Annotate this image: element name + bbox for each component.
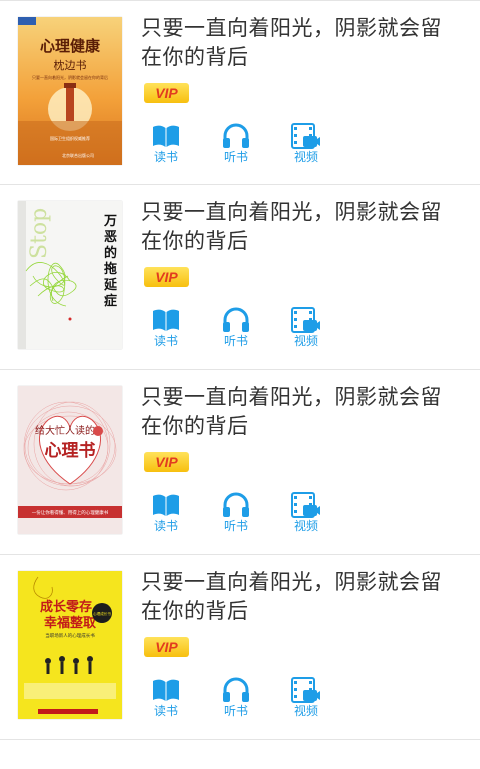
video-film-icon	[291, 307, 320, 333]
list-item[interactable]: 成长零存 幸福整取 当职场新人的心理成长书 心理成长书 只要一直向着阳光，阴影就…	[0, 555, 480, 740]
headphones-icon	[223, 492, 249, 517]
open-book-icon	[153, 125, 179, 147]
video-label: 视频	[293, 334, 318, 348]
video-film-icon	[291, 123, 320, 149]
video-button[interactable]: 视频	[286, 677, 326, 718]
cover-subtitle: 枕边书	[54, 58, 87, 72]
svg-text:万: 万	[103, 214, 117, 229]
vip-badge: VIP	[144, 637, 189, 657]
listen-button[interactable]: 听书	[216, 492, 256, 533]
listen-label: 听书	[223, 519, 248, 533]
video-button[interactable]: 视频	[286, 123, 326, 164]
read-button[interactable]: 读书	[146, 123, 186, 164]
cover-title-top: 给大忙人读的	[35, 424, 95, 437]
svg-text:症: 症	[104, 293, 117, 309]
cover-publisher: 北京联合出版公司	[62, 152, 94, 158]
book-title[interactable]: 只要一直向着阳光，阴影就会留在你的背后	[141, 198, 461, 256]
book-cover[interactable]: 给大忙人读的 心理书 一份让你看得懂、用得上的心理健康书	[18, 386, 122, 534]
headphones-icon	[223, 677, 249, 702]
read-button[interactable]: 读书	[146, 492, 186, 533]
headphones-icon	[223, 123, 249, 148]
cover-tagline: 只要一直向着阳光，阴影就会留在你的背后	[32, 74, 108, 80]
cover-title-vertical: 万 恶 的 拖 延 症	[103, 214, 118, 309]
video-label: 视频	[293, 704, 318, 718]
video-film-icon	[291, 492, 320, 518]
read-label: 读书	[153, 704, 178, 718]
vip-badge: VIP	[144, 452, 189, 472]
cover-line1: 成长零存	[40, 599, 92, 615]
book-cover[interactable]: Stop Procrastinating 万 恶 的 拖 延 症	[18, 201, 122, 349]
svg-text:延: 延	[103, 277, 118, 293]
list-item[interactable]: 心理健康 枕边书 只要一直向着阳光，阴影就会留在你的背后 国际卫生组织权威推荐 …	[0, 0, 480, 185]
read-button[interactable]: 读书	[146, 307, 186, 348]
book-cover[interactable]: 心理健康 枕边书 只要一直向着阳光，阴影就会留在你的背后 国际卫生组织权威推荐 …	[18, 17, 122, 165]
cover-badge: 心理成长书	[93, 611, 111, 616]
cover-subtitle: 当职场新人的心理成长书	[45, 632, 95, 639]
video-button[interactable]: 视频	[286, 492, 326, 533]
book-title[interactable]: 只要一直向着阳光，阴影就会留在你的背后	[141, 14, 461, 72]
listen-button[interactable]: 听书	[216, 677, 256, 718]
book-title[interactable]: 只要一直向着阳光，阴影就会留在你的背后	[141, 383, 461, 441]
book-title[interactable]: 只要一直向着阳光，阴影就会留在你的背后	[141, 568, 461, 626]
cover-line2: 幸福整取	[44, 615, 97, 631]
list-item[interactable]: Stop Procrastinating 万 恶 的 拖 延 症 只要	[0, 185, 480, 370]
video-label: 视频	[293, 519, 318, 533]
headphones-icon	[223, 307, 249, 332]
read-label: 读书	[153, 334, 178, 348]
open-book-icon	[153, 679, 179, 701]
video-button[interactable]: 视频	[286, 307, 326, 348]
cover-side-text: Stop Procrastinating	[27, 201, 52, 259]
listen-label: 听书	[223, 334, 248, 348]
cover-title: 心理书	[45, 441, 96, 461]
svg-text:的: 的	[104, 245, 117, 261]
video-label: 视频	[293, 150, 318, 164]
book-cover[interactable]: 成长零存 幸福整取 当职场新人的心理成长书 心理成长书	[18, 571, 122, 719]
listen-label: 听书	[223, 704, 248, 718]
vip-badge: VIP	[144, 267, 189, 287]
listen-button[interactable]: 听书	[216, 307, 256, 348]
cover-note: 一份让你看得懂、用得上的心理健康书	[32, 509, 109, 516]
svg-text:拖: 拖	[104, 261, 117, 277]
svg-text:恶: 恶	[104, 230, 117, 245]
open-book-icon	[153, 494, 179, 516]
read-button[interactable]: 读书	[146, 677, 186, 718]
listen-button[interactable]: 听书	[216, 123, 256, 164]
read-label: 读书	[153, 519, 178, 533]
open-book-icon	[153, 309, 179, 331]
vip-badge: VIP	[144, 83, 189, 103]
read-label: 读书	[153, 150, 178, 164]
book-list: 心理健康 枕边书 只要一直向着阳光，阴影就会留在你的背后 国际卫生组织权威推荐 …	[0, 0, 480, 740]
video-film-icon	[291, 677, 320, 703]
list-item[interactable]: 给大忙人读的 心理书 一份让你看得懂、用得上的心理健康书 只要一直向着阳光，阴影…	[0, 370, 480, 555]
listen-label: 听书	[223, 150, 248, 164]
cover-note: 国际卫生组织权威推荐	[50, 135, 90, 141]
cover-title: 心理健康	[40, 37, 101, 55]
